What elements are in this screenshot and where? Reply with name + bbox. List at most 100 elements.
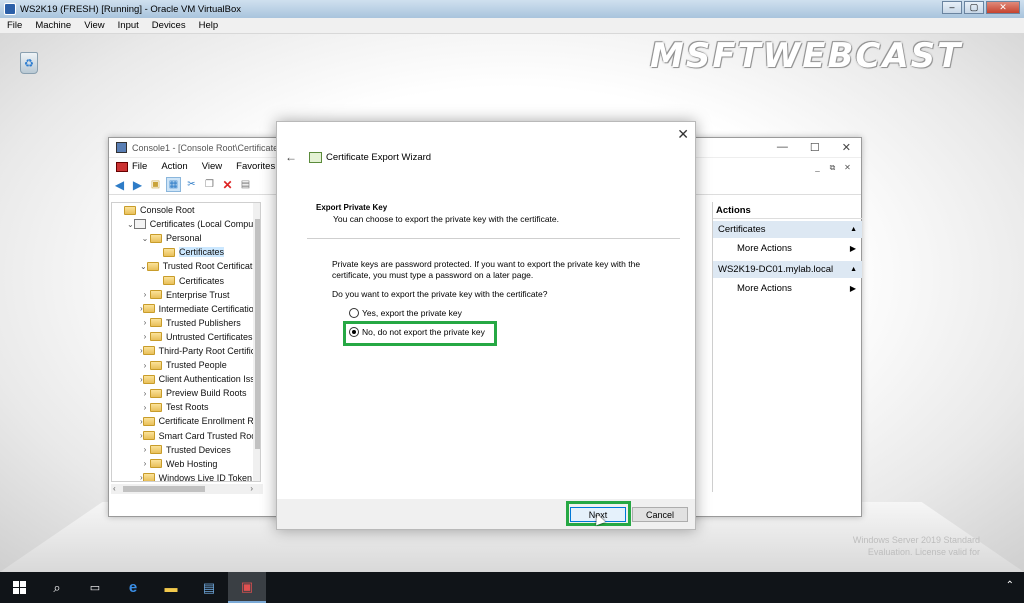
tree-item[interactable]: › Enterprise Trust	[112, 288, 260, 302]
more-actions-link[interactable]: More Actions ▶	[713, 278, 862, 299]
back-arrow-icon[interactable]: ◀	[112, 177, 127, 192]
forward-arrow-icon[interactable]: ▶	[130, 177, 145, 192]
show-tree-icon[interactable]: ▦	[166, 177, 181, 192]
tree-item[interactable]: ›Windows Live ID Token Issuer	[112, 471, 260, 482]
expand-chevron-icon[interactable]: ⌄	[127, 220, 134, 229]
properties-icon[interactable]: ▤	[238, 177, 253, 192]
menu-machine[interactable]: Machine	[35, 20, 71, 31]
tree-item-label: Test Roots	[166, 402, 209, 413]
mmc-menu-file[interactable]: File	[132, 161, 147, 172]
more-actions-label: More Actions	[737, 243, 792, 254]
tree-item[interactable]: › Trusted Devices	[112, 443, 260, 457]
tree-item[interactable]: Certificates	[112, 245, 260, 259]
expand-chevron-icon[interactable]: ›	[140, 389, 150, 398]
folder-icon	[142, 304, 155, 314]
back-arrow-icon[interactable]: ←	[285, 150, 297, 164]
cancel-button[interactable]: Cancel	[632, 507, 688, 522]
menu-view[interactable]: View	[84, 20, 104, 31]
wizard-close-icon[interactable]: ✕	[677, 126, 689, 143]
tree-item-label: Third-Party Root Certification Authoriti…	[158, 345, 260, 356]
tree-item[interactable]: Console Root	[112, 203, 260, 217]
radio-button-yes[interactable]	[349, 308, 359, 318]
close-button[interactable]: ✕	[986, 1, 1020, 14]
menu-file[interactable]: File	[7, 20, 22, 31]
tree-item[interactable]: › Web Hosting	[112, 457, 260, 471]
tree-item[interactable]: ›Third-Party Root Certification Authorit…	[112, 344, 260, 358]
activation-watermark: Windows Server 2019 Standard Evaluation.…	[853, 534, 980, 558]
vbox-titlebar: WS2K19 (FRESH) [Running] - Oracle VM Vir…	[0, 0, 1024, 18]
tree-item[interactable]: › Smart Card Trusted Roots	[112, 429, 260, 443]
tree-item[interactable]: › Untrusted Certificates	[112, 330, 260, 344]
file-explorer-icon[interactable]: ▬	[152, 572, 190, 603]
mmc-minimize-button[interactable]: —	[777, 141, 788, 154]
tree-item[interactable]: › Client Authentication Issuers	[112, 372, 260, 386]
tree-item[interactable]: ⌄ Certificates (Local Computer)	[112, 217, 260, 231]
tree-item-label: Trusted Root Certification Authorities	[162, 261, 261, 272]
mmc-child-minimize-button[interactable]: _	[812, 163, 823, 173]
expand-chevron-icon[interactable]: ›	[140, 361, 150, 370]
expand-chevron-icon[interactable]: ›	[140, 445, 150, 454]
expand-chevron-icon[interactable]: ›	[140, 403, 150, 412]
folder-icon	[150, 318, 162, 328]
tray-chevron-icon[interactable]: ⌃	[1006, 580, 1014, 591]
actions-group-label: Certificates	[718, 224, 766, 235]
expand-chevron-icon[interactable]: ›	[140, 318, 150, 327]
radio-export-yes[interactable]: Yes, export the private key	[349, 308, 462, 318]
mmc-maximize-button[interactable]: ☐	[810, 141, 820, 154]
folder-icon	[163, 276, 175, 286]
wizard-footer: Next Cancel	[277, 499, 695, 529]
folder-icon	[142, 431, 155, 441]
tree-item[interactable]: ›Certificate Enrollment Requests	[112, 414, 260, 428]
mmc-taskbar-icon[interactable]: ▣	[228, 572, 266, 603]
console-tree: Console Root ⌄ Certificates (Local Compute…	[111, 202, 261, 482]
tree-item[interactable]: ›Intermediate Certification Authorities	[112, 302, 260, 316]
virtualbox-icon	[4, 3, 16, 15]
tree-vertical-scrollbar[interactable]	[253, 203, 260, 481]
server-manager-icon[interactable]: ▤	[190, 572, 228, 603]
tree-item[interactable]: › Preview Build Roots	[112, 386, 260, 400]
actions-group-server[interactable]: WS2K19-DC01.mylab.local ▲	[713, 261, 862, 278]
task-view-icon[interactable]: ▭	[76, 572, 114, 603]
tree-item-label: Certificate Enrollment Requests	[158, 416, 260, 427]
cut-icon[interactable]: ✂	[184, 177, 199, 192]
mmc-menu-view[interactable]: View	[202, 161, 222, 172]
folder-icon	[150, 290, 162, 300]
minimize-button[interactable]: –	[942, 1, 962, 14]
mmc-menu-favorites[interactable]: Favorites	[236, 161, 275, 172]
menu-help[interactable]: Help	[199, 20, 219, 31]
folder-icon	[150, 233, 162, 243]
mmc-child-restore-button[interactable]: ⧉	[827, 163, 838, 173]
mmc-close-button[interactable]: ✕	[842, 141, 851, 154]
tree-item-label: Web Hosting	[166, 458, 218, 469]
more-actions-link[interactable]: More Actions ▶	[713, 238, 862, 259]
tree-item[interactable]: ⌄ Personal	[112, 231, 260, 245]
copy-icon[interactable]: ❐	[202, 177, 217, 192]
mmc-child-close-button[interactable]: ✕	[842, 163, 853, 173]
tree-item[interactable]: › Trusted Publishers	[112, 316, 260, 330]
expand-chevron-icon[interactable]: ›	[140, 332, 150, 341]
tree-horizontal-scrollbar[interactable]: ‹ ›	[111, 484, 263, 494]
actions-group-certificates[interactable]: Certificates ▲	[713, 221, 862, 238]
tree-item[interactable]: ⌄ Trusted Root Certification Authorities	[112, 259, 260, 273]
expand-chevron-icon[interactable]: ⌄	[140, 262, 147, 271]
expand-chevron-icon[interactable]: ›	[140, 290, 150, 299]
expand-chevron-icon[interactable]: ⌄	[140, 234, 150, 243]
search-icon[interactable]: ⌕	[38, 572, 76, 603]
recycle-bin-icon[interactable]: ♻	[16, 48, 42, 76]
menu-devices[interactable]: Devices	[152, 20, 186, 31]
tree-item-label: Smart Card Trusted Roots	[158, 430, 261, 441]
menu-input[interactable]: Input	[118, 20, 139, 31]
expand-chevron-icon[interactable]: ›	[140, 459, 150, 468]
tree-item[interactable]: Certificates	[112, 273, 260, 287]
tree-item-label: Windows Live ID Token Issuer	[158, 472, 260, 482]
tree-item-label: Enterprise Trust	[166, 289, 230, 300]
maximize-button[interactable]: ▢	[964, 1, 984, 14]
tree-item[interactable]: › Test Roots	[112, 400, 260, 414]
mmc-menu-action[interactable]: Action	[161, 161, 187, 172]
internet-explorer-icon[interactable]: e	[114, 572, 152, 603]
up-folder-icon[interactable]: ▣	[148, 177, 163, 192]
tree-item[interactable]: › Trusted People	[112, 358, 260, 372]
start-button[interactable]	[0, 572, 38, 603]
mmc-title: Console1 - [Console Root\Certificates (L…	[132, 142, 292, 153]
delete-icon[interactable]: ✕	[220, 177, 235, 192]
